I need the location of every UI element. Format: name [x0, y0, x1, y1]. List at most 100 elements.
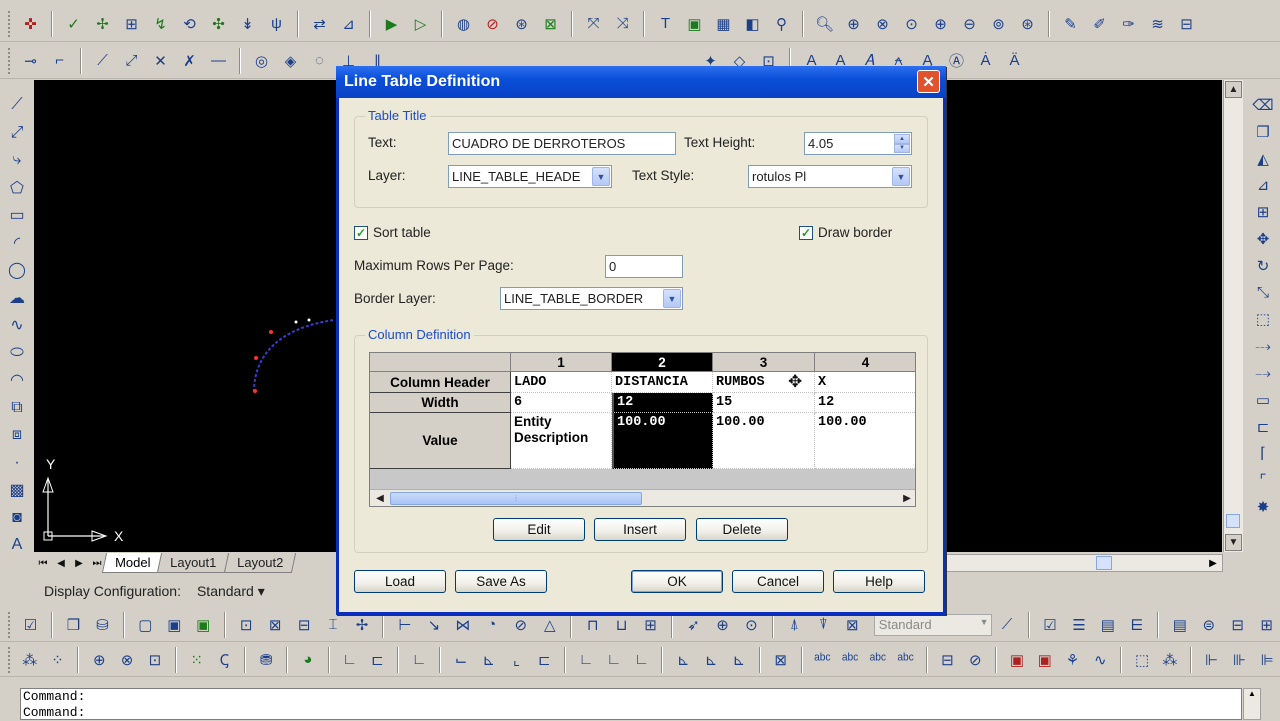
grid-cell-header[interactable]: X — [815, 372, 915, 393]
tool-icon[interactable]: ↡ — [234, 11, 261, 37]
tool-icon[interactable]: ⁙ — [184, 647, 210, 673]
tool-icon[interactable]: ⊟ — [1173, 11, 1200, 37]
help-button[interactable]: Help — [833, 570, 925, 593]
tool-icon[interactable]: ▤ — [1094, 612, 1121, 638]
ucs-tool-icon[interactable]: ⊾ — [476, 647, 502, 673]
zoom-icon[interactable]: ⊛ — [1014, 11, 1041, 37]
line-icon[interactable]: ⟋ — [3, 92, 31, 119]
ellipse-arc-icon[interactable]: ◠ — [3, 367, 31, 394]
text-icon[interactable]: Ӓ — [1001, 48, 1028, 74]
grid-cell-width[interactable]: 12 — [815, 393, 915, 413]
tool-icon[interactable]: ↘ — [420, 612, 447, 638]
max-rows-input[interactable]: 0 — [605, 255, 683, 278]
scroll-right-icon[interactable]: ▶ — [1205, 555, 1221, 571]
tool-icon[interactable]: ⊟ — [935, 647, 961, 673]
zoom-in-icon[interactable]: ⊕ — [927, 11, 954, 37]
ucs-tool-icon[interactable]: ⌞ — [504, 647, 530, 673]
insert-block-icon[interactable]: ⧉ — [3, 395, 31, 422]
erase-icon[interactable]: ⌫ — [1249, 92, 1277, 118]
tool-icon[interactable]: ▣ — [1004, 647, 1030, 673]
chevron-down-icon[interactable]: ▼ — [663, 289, 681, 308]
tool-icon[interactable]: ⊞ — [1253, 612, 1280, 638]
tool-icon[interactable]: ◔ — [478, 612, 505, 638]
tool-icon[interactable]: ⊕ — [709, 612, 736, 638]
scroll-down-icon[interactable]: ▼ — [1225, 534, 1242, 551]
layer-dropdown[interactable]: LINE_TABLE_HEADE ▼ — [448, 165, 612, 188]
image-icon[interactable]: ▣ — [681, 11, 708, 37]
tool-icon[interactable]: ⟋ — [994, 612, 1021, 638]
tool-icon[interactable]: ⊘ — [479, 11, 506, 37]
tool-icon[interactable]: ⊞ — [118, 11, 145, 37]
tool-icon[interactable]: ✐ — [1086, 11, 1113, 37]
ok-button[interactable]: OK — [631, 570, 723, 593]
rotate-icon[interactable]: ↻ — [1249, 253, 1277, 279]
lengthen-icon[interactable]: ⤏ — [1249, 333, 1277, 359]
snap-icon[interactable]: ✗ — [176, 48, 203, 74]
spell-icon[interactable]: ᵃᵇᶜ — [837, 647, 863, 673]
ucs-tool-icon[interactable]: ⊠ — [768, 647, 794, 673]
grid-cell-value[interactable]: 100.00 — [713, 413, 815, 469]
grid-cell-width-selected[interactable]: 12 — [612, 393, 713, 413]
tool-icon[interactable]: ✎ — [1057, 11, 1084, 37]
tool-icon[interactable]: ⊟ — [1224, 612, 1251, 638]
move-icon[interactable]: ✥ — [1249, 226, 1277, 252]
spell-icon[interactable]: ᵃᵇᶜ — [865, 647, 891, 673]
spin-down-icon[interactable]: ▼ — [894, 143, 910, 153]
tool-icon[interactable]: ⊡ — [142, 647, 168, 673]
stretch-icon[interactable]: ⬚ — [1249, 307, 1277, 333]
toolbar-grip[interactable] — [8, 646, 12, 673]
tool-icon[interactable]: ◈ — [277, 48, 304, 74]
tool-icon[interactable]: ✜ — [17, 11, 44, 37]
tool-icon[interactable]: ⊙ — [738, 612, 765, 638]
layer-icon[interactable]: ≋ — [1144, 11, 1171, 37]
tab-model[interactable]: Model — [101, 553, 164, 573]
grid-cell-value-selected[interactable]: 100.00 — [612, 413, 713, 469]
grid-cell-header[interactable]: DISTANCIA — [612, 372, 713, 393]
sort-table-checkbox[interactable]: ✓ Sort table — [354, 225, 431, 240]
zoom-icon[interactable]: ⊙ — [898, 11, 925, 37]
copy-icon[interactable]: ❐ — [1249, 119, 1277, 145]
tool-icon[interactable]: ⊢ — [391, 612, 418, 638]
text-height-spinner[interactable]: ▲ ▼ — [894, 134, 910, 153]
canvas-vertical-scrollbar[interactable]: ▲ ▼ — [1223, 80, 1243, 552]
ucs-tool-icon[interactable]: ∟ — [337, 647, 363, 673]
hatch-icon[interactable]: ▩ — [3, 477, 31, 504]
tool-icon[interactable]: ⊫ — [1254, 647, 1280, 673]
line-icon[interactable]: ⊸ — [17, 48, 44, 74]
column-definition-grid[interactable]: 1 2 3 4 Column Header Width Value LADO 6… — [369, 352, 916, 507]
check-icon[interactable]: ✓ — [354, 225, 368, 240]
title-text-input[interactable]: CUADRO DE DERROTEROS — [448, 132, 676, 155]
delete-button[interactable]: Delete — [696, 518, 788, 541]
ucs-tool-icon[interactable]: ∟ — [406, 647, 432, 673]
tab-layout1[interactable]: Layout1 — [157, 553, 230, 573]
polygon-icon[interactable]: ⬠ — [3, 175, 31, 202]
tool-icon[interactable]: ⊿ — [335, 11, 362, 37]
scale-icon[interactable]: ⤡ — [1249, 280, 1277, 306]
grid-cell-value[interactable]: 100.00 — [815, 413, 915, 469]
tool-icon[interactable]: ⊛ — [508, 11, 535, 37]
scroll-right-icon[interactable]: ▶ — [899, 491, 915, 506]
prev-tab-icon[interactable]: ◀ — [52, 554, 70, 572]
text-tool-icon[interactable]: T — [652, 11, 679, 37]
close-button[interactable]: ✕ — [917, 70, 940, 93]
tool-icon[interactable]: ⤢ — [118, 48, 145, 74]
zoom-icon[interactable]: ⊕ — [840, 11, 867, 37]
tool-icon[interactable]: ▣ — [161, 612, 188, 638]
make-block-icon[interactable]: ⧈ — [3, 422, 31, 449]
border-layer-dropdown[interactable]: LINE_TABLE_BORDER ▼ — [500, 287, 683, 310]
text-icon[interactable]: Ⓐ — [943, 48, 970, 74]
tool-icon[interactable]: ⌶ — [320, 612, 347, 638]
zoom-icon[interactable]: ⊚ — [985, 11, 1012, 37]
spin-up-icon[interactable]: ▲ — [894, 134, 910, 144]
tool-icon[interactable]: ⚲ — [768, 11, 795, 37]
column-number-header[interactable]: 1 — [511, 353, 612, 372]
tool-icon[interactable]: ⁂ — [17, 647, 43, 673]
check-icon[interactable]: ✓ — [799, 225, 813, 240]
tool-icon[interactable]: ☰ — [1065, 612, 1092, 638]
tool-icon[interactable]: ⁘ — [45, 647, 71, 673]
grid-cell-header[interactable]: LADO — [511, 372, 612, 393]
tool-icon[interactable]: ◍ — [450, 11, 477, 37]
grid-horizontal-scrollbar[interactable]: ◀ ⦙ ▶ — [370, 489, 915, 506]
tool-icon[interactable]: ⬚ — [1129, 647, 1155, 673]
ucs-tool-icon[interactable]: ∟ — [629, 647, 655, 673]
